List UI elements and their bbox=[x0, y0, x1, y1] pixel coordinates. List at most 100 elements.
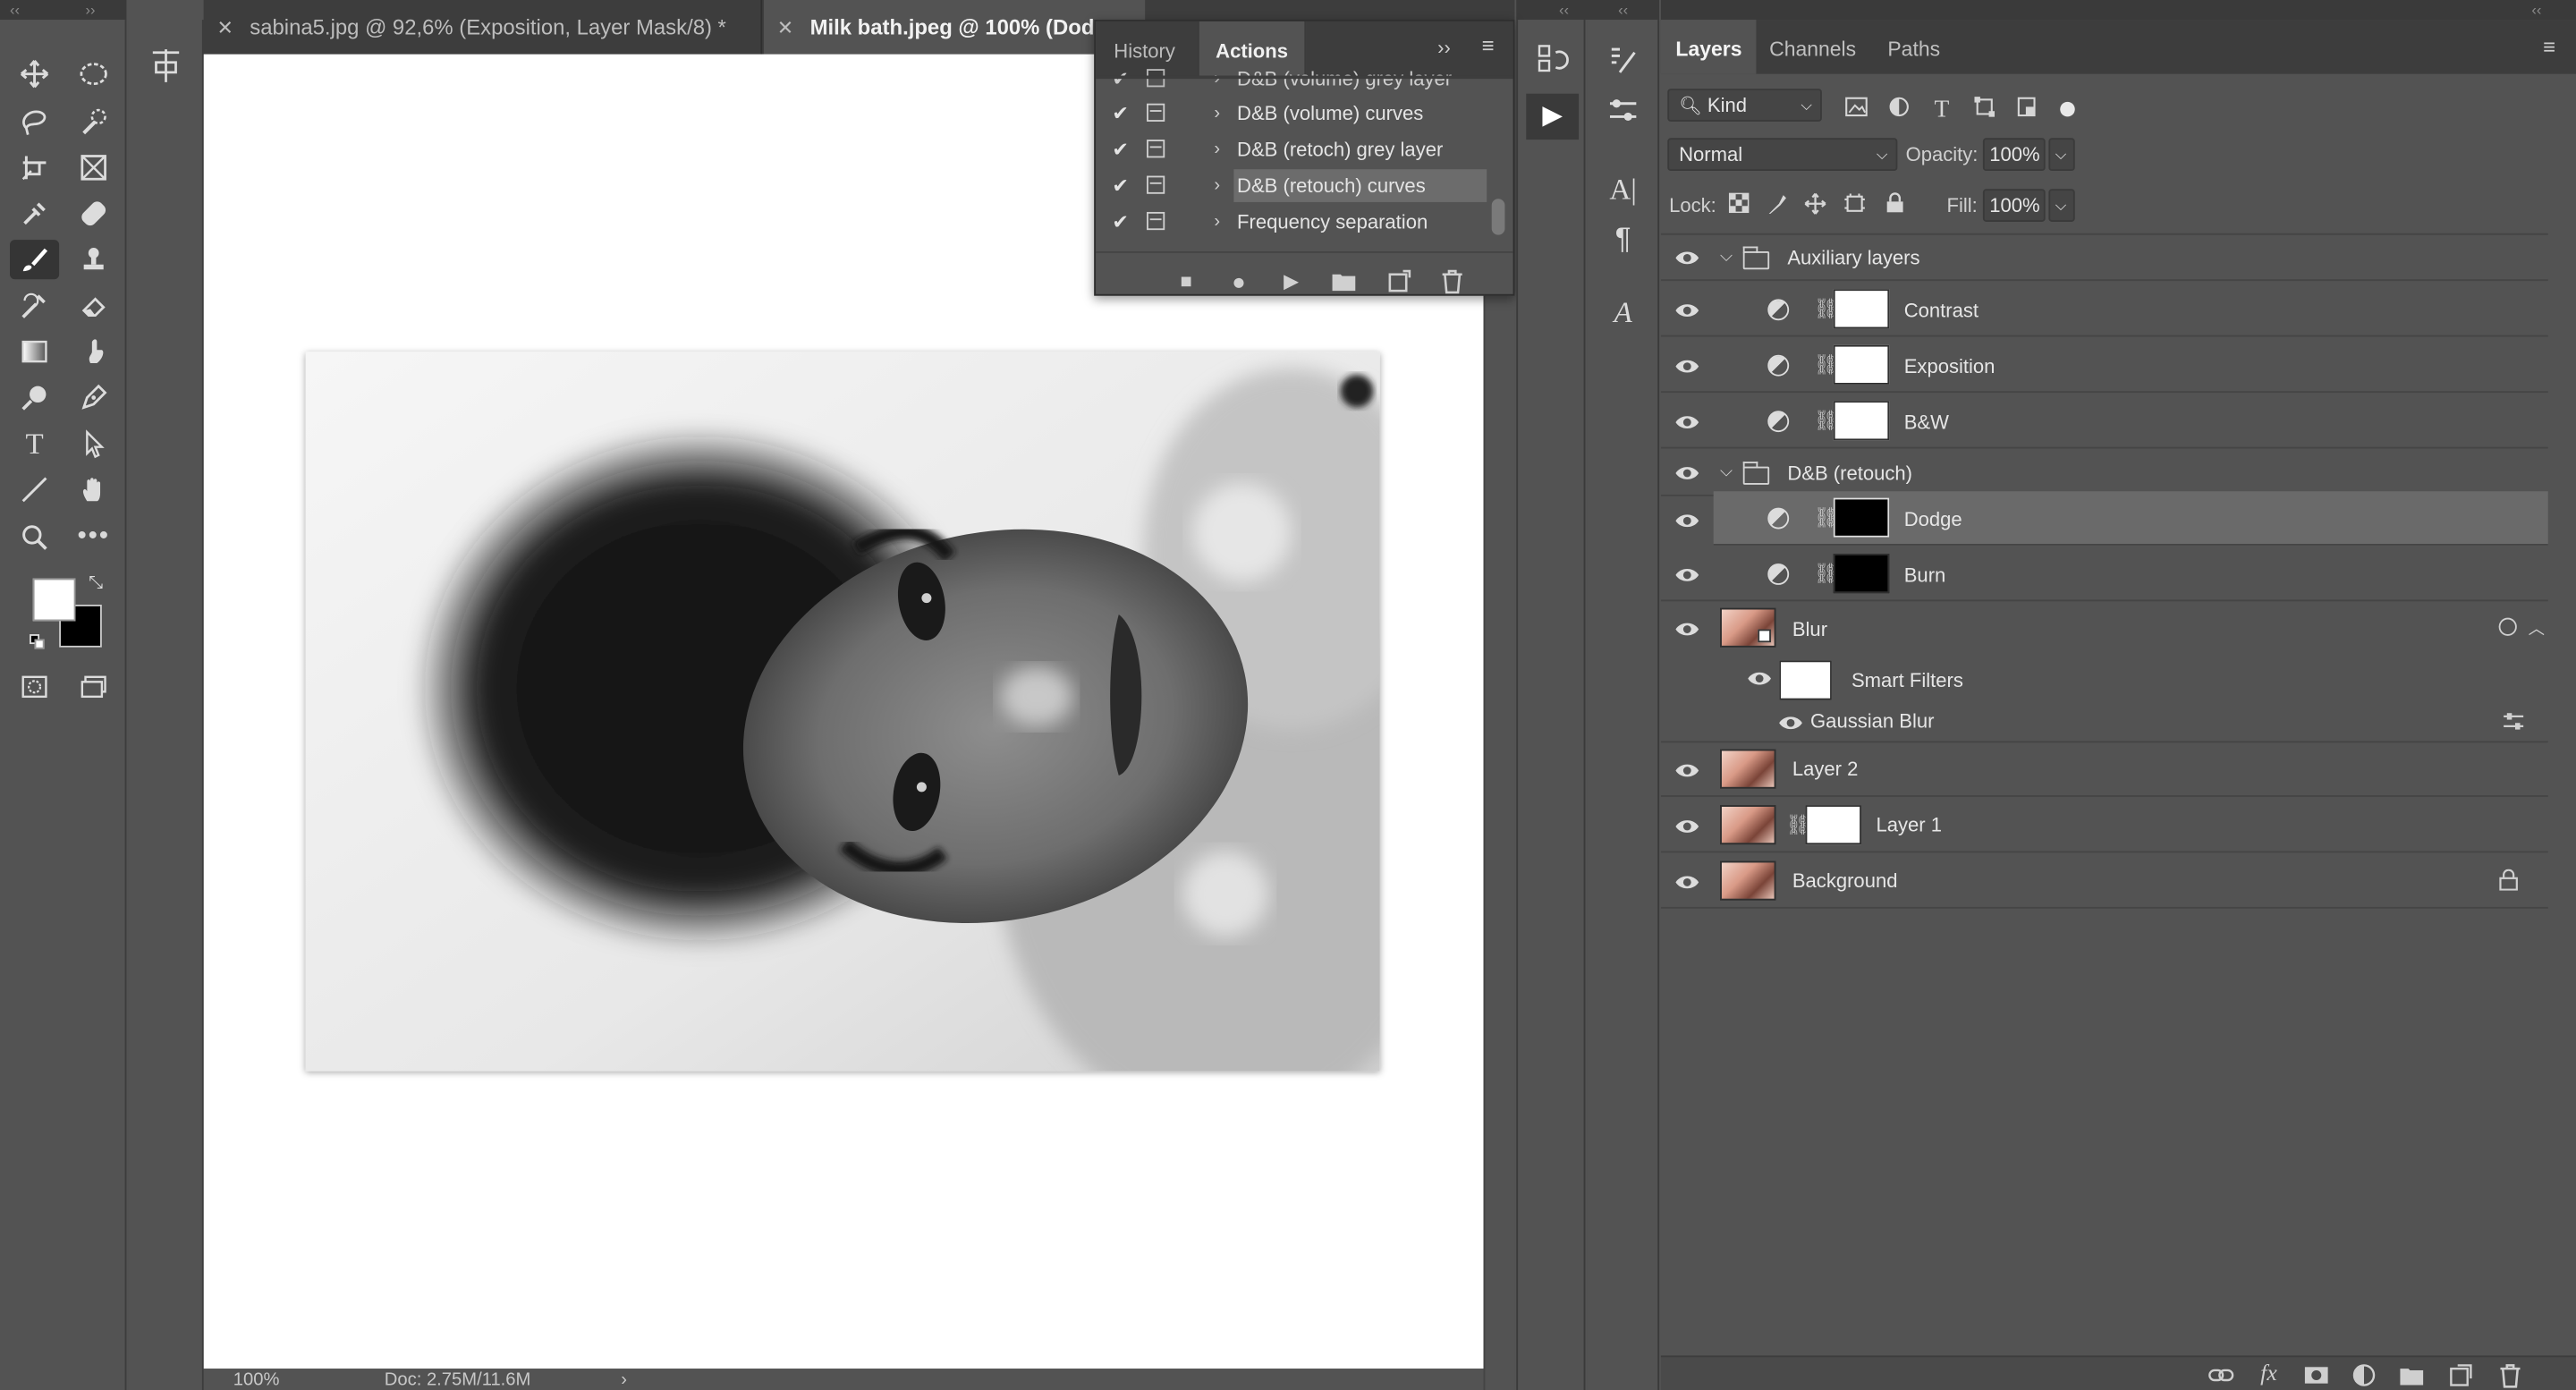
visibility-eye-icon[interactable] bbox=[1674, 301, 1700, 320]
path-select-icon[interactable] bbox=[69, 424, 118, 463]
layer-row-blur[interactable]: Blur ︿ Smart Filters Gaussian Blur bbox=[1660, 603, 2548, 743]
layer-thumbnail[interactable] bbox=[1720, 805, 1776, 845]
character-panel-icon[interactable]: A| bbox=[1597, 167, 1649, 210]
stamp-icon[interactable] bbox=[69, 240, 118, 279]
actions-panel-button[interactable]: ▶ bbox=[1526, 93, 1580, 140]
visibility-eye-icon[interactable] bbox=[1746, 669, 1772, 689]
action-row[interactable]: ✔ › Frequency separation bbox=[1096, 204, 1487, 240]
panel-menu-icon[interactable]: ≡ bbox=[1482, 33, 1495, 58]
tab-paths[interactable]: Paths bbox=[1873, 20, 1955, 74]
visibility-eye-icon[interactable] bbox=[1674, 509, 1700, 529]
visibility-eye-icon[interactable] bbox=[1674, 817, 1700, 836]
layer-row-layer1[interactable]: ⛓ Layer 1 bbox=[1660, 799, 2548, 853]
lasso-icon[interactable] bbox=[10, 102, 59, 141]
foreground-color-swatch[interactable] bbox=[32, 578, 76, 622]
crop-icon[interactable] bbox=[10, 148, 59, 187]
lock-artboard-icon[interactable] bbox=[1840, 192, 1869, 222]
swap-colors-icon[interactable]: ⤡ bbox=[89, 573, 103, 595]
type-icon[interactable]: T bbox=[10, 424, 59, 463]
gradient-icon[interactable] bbox=[10, 332, 59, 371]
layer-thumbnail[interactable] bbox=[1720, 749, 1776, 789]
layer-thumbnail[interactable] bbox=[1720, 860, 1776, 901]
link-chain-icon[interactable]: ⛓ bbox=[1814, 560, 1839, 586]
tab-channels[interactable]: Channels bbox=[1755, 20, 1871, 74]
checkmark-icon[interactable]: ✔ bbox=[1109, 167, 1132, 203]
lock-all-icon[interactable] bbox=[1879, 192, 1909, 222]
new-action-icon[interactable] bbox=[1386, 267, 1412, 293]
history-states-icon[interactable] bbox=[1526, 43, 1579, 86]
smart-filter-icon[interactable] bbox=[2498, 617, 2517, 636]
opacity-field[interactable]: 100% bbox=[1982, 138, 2046, 172]
link-chain-icon[interactable]: ⛓ bbox=[1814, 408, 1839, 434]
checkmark-icon[interactable]: ✔ bbox=[1109, 204, 1132, 240]
link-chain-icon[interactable]: ⛓ bbox=[1814, 504, 1839, 530]
record-icon[interactable]: ● bbox=[1225, 267, 1251, 293]
layer-row-contrast[interactable]: ⛓ Contrast bbox=[1660, 283, 2548, 337]
chevron-down-icon[interactable]: ⌵ bbox=[1720, 463, 1733, 481]
lock-icon[interactable] bbox=[2499, 869, 2519, 891]
pen-icon[interactable] bbox=[69, 377, 118, 417]
dock-collapse-bar[interactable]: ‹‹ ‹‹ bbox=[1516, 0, 1660, 21]
shape-filter-icon[interactable] bbox=[1970, 96, 1999, 125]
zoom-level[interactable]: 100% bbox=[233, 1369, 280, 1390]
move-icon[interactable] bbox=[10, 55, 59, 94]
dialog-toggle-icon[interactable] bbox=[1147, 140, 1165, 158]
visibility-eye-icon[interactable] bbox=[1674, 357, 1700, 377]
visibility-eye-icon[interactable] bbox=[1674, 872, 1700, 892]
mask-thumbnail[interactable] bbox=[1833, 554, 1890, 594]
mask-thumbnail[interactable] bbox=[1805, 805, 1861, 845]
line-icon[interactable] bbox=[10, 470, 59, 509]
stop-icon[interactable]: ■ bbox=[1173, 267, 1199, 293]
layer-row-group[interactable]: ⌵ Auxiliary layers bbox=[1660, 235, 2548, 282]
document-image[interactable] bbox=[305, 352, 1380, 1072]
mask-thumbnail[interactable] bbox=[1833, 401, 1890, 441]
fx-icon[interactable]: fx bbox=[2256, 1362, 2282, 1388]
mask-thumbnail[interactable] bbox=[1833, 497, 1890, 538]
brush-options-icon[interactable] bbox=[148, 46, 183, 85]
checkmark-icon[interactable]: ✔ bbox=[1109, 96, 1132, 131]
visibility-eye-icon[interactable] bbox=[1674, 412, 1700, 432]
disclosure-icon[interactable]: › bbox=[1214, 204, 1220, 240]
eyedropper-icon[interactable] bbox=[10, 194, 59, 233]
mask-thumbnail[interactable] bbox=[1833, 289, 1890, 329]
adjustment-filter-icon[interactable] bbox=[1885, 96, 1914, 125]
layer-row-background[interactable]: Background bbox=[1660, 854, 2548, 909]
new-layer-icon[interactable] bbox=[2448, 1362, 2474, 1388]
quick-mask-icon[interactable] bbox=[10, 667, 59, 707]
smart-filter-mask-thumbnail[interactable] bbox=[1779, 660, 1832, 700]
brush-settings-icon[interactable] bbox=[1597, 43, 1649, 86]
blend-mode-select[interactable]: Normal ⌵ bbox=[1667, 138, 1898, 172]
new-group-icon[interactable] bbox=[2399, 1362, 2425, 1388]
hand-icon[interactable] bbox=[69, 470, 118, 509]
dialog-toggle-icon[interactable] bbox=[1147, 103, 1165, 122]
frame-icon[interactable] bbox=[69, 148, 118, 187]
paragraph-panel-icon[interactable]: ¶ bbox=[1597, 216, 1649, 259]
marquee-icon[interactable] bbox=[69, 55, 118, 94]
visibility-eye-icon[interactable] bbox=[1777, 713, 1803, 733]
actions-scrollbar[interactable] bbox=[1491, 199, 1505, 235]
link-layers-icon[interactable] bbox=[2208, 1362, 2234, 1388]
close-icon[interactable]: ✕ bbox=[777, 16, 793, 39]
fill-field[interactable]: 100% bbox=[1982, 189, 2046, 222]
visibility-eye-icon[interactable] bbox=[1674, 565, 1700, 585]
layers-collapse-bar[interactable]: ‹‹ bbox=[1660, 0, 2576, 21]
filter-blending-options-icon[interactable] bbox=[2502, 711, 2525, 731]
link-chain-icon[interactable]: ⛓ bbox=[1785, 811, 1810, 837]
panel-menu-icon[interactable]: ≡ bbox=[2543, 35, 2555, 60]
layer-row-group[interactable]: ⌵ D&B (retouch) bbox=[1660, 450, 2548, 496]
dialog-toggle-icon[interactable] bbox=[1147, 175, 1165, 194]
layer-row-layer2[interactable]: Layer 2 bbox=[1660, 742, 2548, 797]
doc-tab-sabina[interactable]: ✕ sabina5.jpg @ 92,6% (Exposition, Layer … bbox=[203, 0, 763, 55]
link-chain-icon[interactable]: ⛓ bbox=[1814, 296, 1839, 322]
smudge-icon[interactable] bbox=[69, 332, 118, 371]
lock-transparent-icon[interactable] bbox=[1724, 192, 1753, 222]
visibility-eye-icon[interactable] bbox=[1674, 463, 1700, 483]
adjustments-icon[interactable] bbox=[1597, 94, 1649, 137]
quick-select-icon[interactable] bbox=[69, 102, 118, 141]
history-brush-icon[interactable] bbox=[10, 286, 59, 326]
close-icon[interactable]: ✕ bbox=[216, 16, 233, 39]
fill-dropdown-icon[interactable]: ⌵ bbox=[2048, 189, 2075, 222]
layer-row-exposition[interactable]: ⛓ Exposition bbox=[1660, 338, 2548, 394]
toolbar-collapse-bar[interactable]: ‹‹ ›› bbox=[0, 0, 127, 21]
pixel-filter-icon[interactable] bbox=[1842, 96, 1871, 125]
